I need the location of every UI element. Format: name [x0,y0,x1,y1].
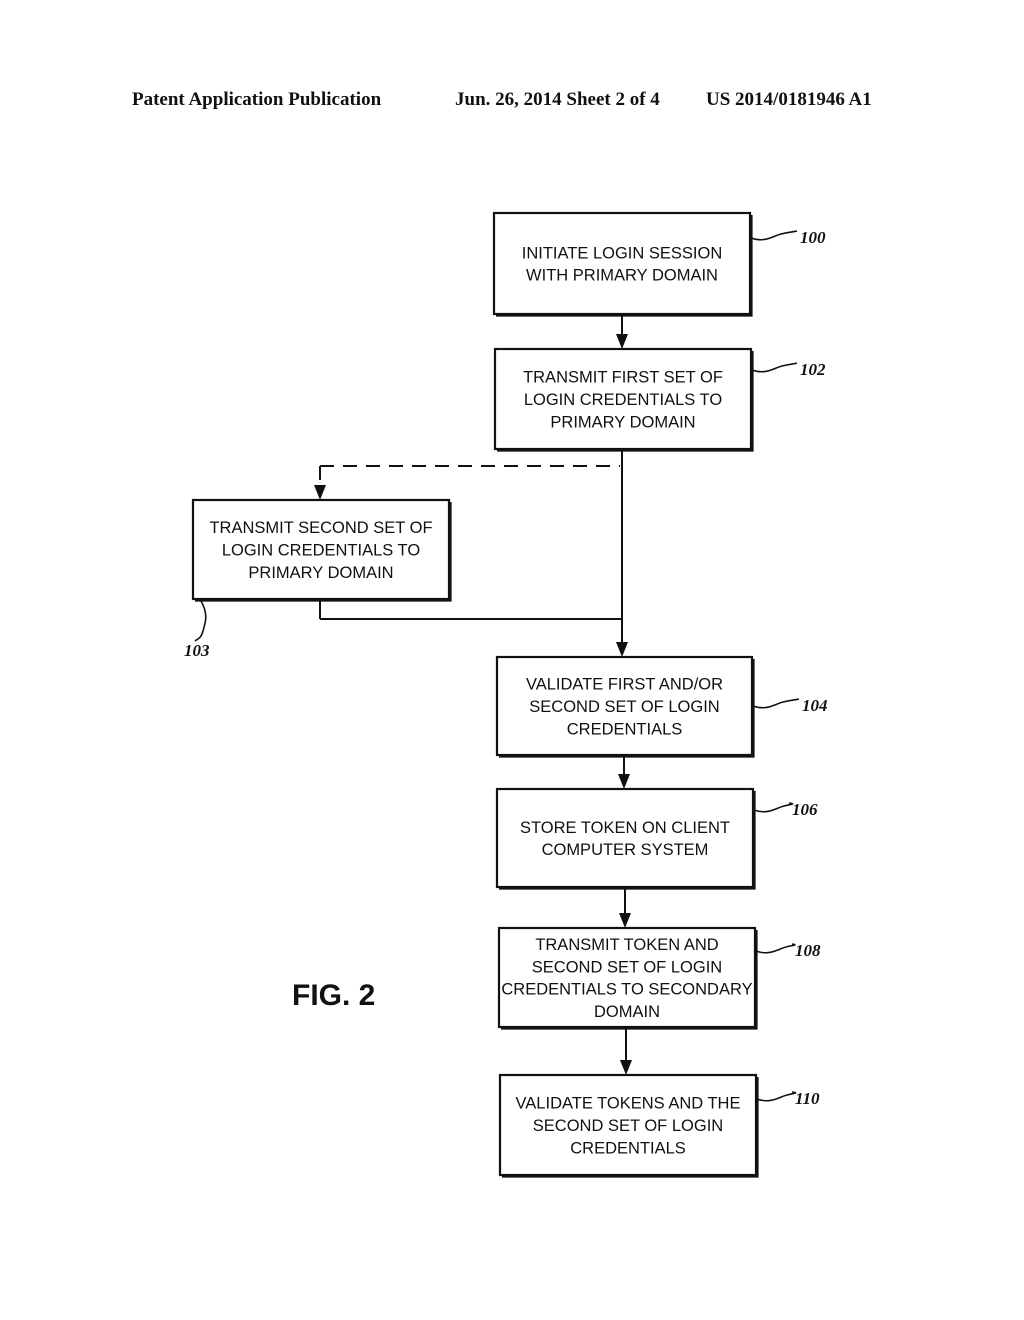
step-text-line: COMPUTER SYSTEM [542,841,709,859]
step-box-border [495,787,755,889]
step-text-line: SECOND SET OF LOGIN [529,698,719,716]
step-box-106: STORE TOKEN ON CLIENT COMPUTER SYSTEM [495,787,756,890]
step-text-line: LOGIN CREDENTIALS TO [222,542,421,560]
step-text-line: PRIMARY DOMAIN [550,413,695,431]
step-box-110: VALIDATE TOKENS AND THE SECOND SET OF LOG… [498,1073,759,1178]
reference-numeral-110: 110 [795,1089,820,1108]
reference-numeral-106: 106 [792,800,818,819]
reference-numeral-108: 108 [795,941,821,960]
step-box-103: TRANSMIT SECOND SET OF LOGIN CREDENTIALS … [191,498,452,602]
step-text-line: CREDENTIALS TO SECONDARY [501,981,752,999]
step-box-100: INITIATE LOGIN SESSION WITH PRIMARY DOMAI… [492,211,753,317]
step-text-line: CREDENTIALS [567,720,683,738]
step-text-line: SECOND SET OF LOGIN [533,1117,723,1135]
step-boxes: INITIATE LOGIN SESSION WITH PRIMARY DOMAI… [191,211,759,1178]
step-text-line: VALIDATE FIRST AND/OR [526,676,723,694]
arrowhead-100-102 [616,334,628,349]
step-box-104: VALIDATE FIRST AND/OR SECOND SET OF LOGIN… [495,655,755,758]
leader-line [194,600,207,642]
step-text-line: VALIDATE TOKENS AND THE [516,1095,741,1113]
leader-line [752,698,800,709]
reference-numeral-102: 102 [800,360,826,379]
leader-line [755,943,796,954]
step-text-line: WITH PRIMARY DOMAIN [526,267,718,285]
step-box-border [492,211,752,316]
step-text-line: STORE TOKEN ON CLIENT [520,819,730,837]
step-text-line: PRIMARY DOMAIN [248,564,393,582]
leader-line [751,362,798,373]
step-text-line: TRANSMIT TOKEN AND [535,936,718,954]
step-text-line: INITIATE LOGIN SESSION [522,244,722,262]
step-text-line: DOMAIN [594,1003,660,1021]
arrowhead-106-108 [619,913,631,928]
leader-line [750,230,798,241]
step-box-108: TRANSMIT TOKEN AND SECOND SET OF LOGIN CRE… [497,926,758,1030]
leader-line [753,802,794,813]
figure-label: FIG. 2 [292,979,375,1012]
arrowhead-102-103 [314,485,326,500]
step-text-line: SECOND SET OF LOGIN [532,958,722,976]
step-text-line: TRANSMIT SECOND SET OF [209,519,432,537]
step-box-102: TRANSMIT FIRST SET OF LOGIN CREDENTIALS T… [493,347,754,452]
step-text-line: CREDENTIALS [570,1139,686,1157]
arrowhead-102-104 [616,642,628,657]
step-text-line: LOGIN CREDENTIALS TO [524,391,723,409]
arrowhead-104-106 [618,774,630,789]
reference-numeral-104: 104 [802,696,828,715]
step-text-line: TRANSMIT FIRST SET OF [523,369,723,387]
arrowhead-108-110 [620,1060,632,1075]
reference-numeral-103: 103 [184,641,210,660]
reference-numeral-100: 100 [800,228,826,247]
flowchart: INITIATE LOGIN SESSION WITH PRIMARY DOMAI… [184,211,828,1178]
leader-line [756,1091,797,1102]
